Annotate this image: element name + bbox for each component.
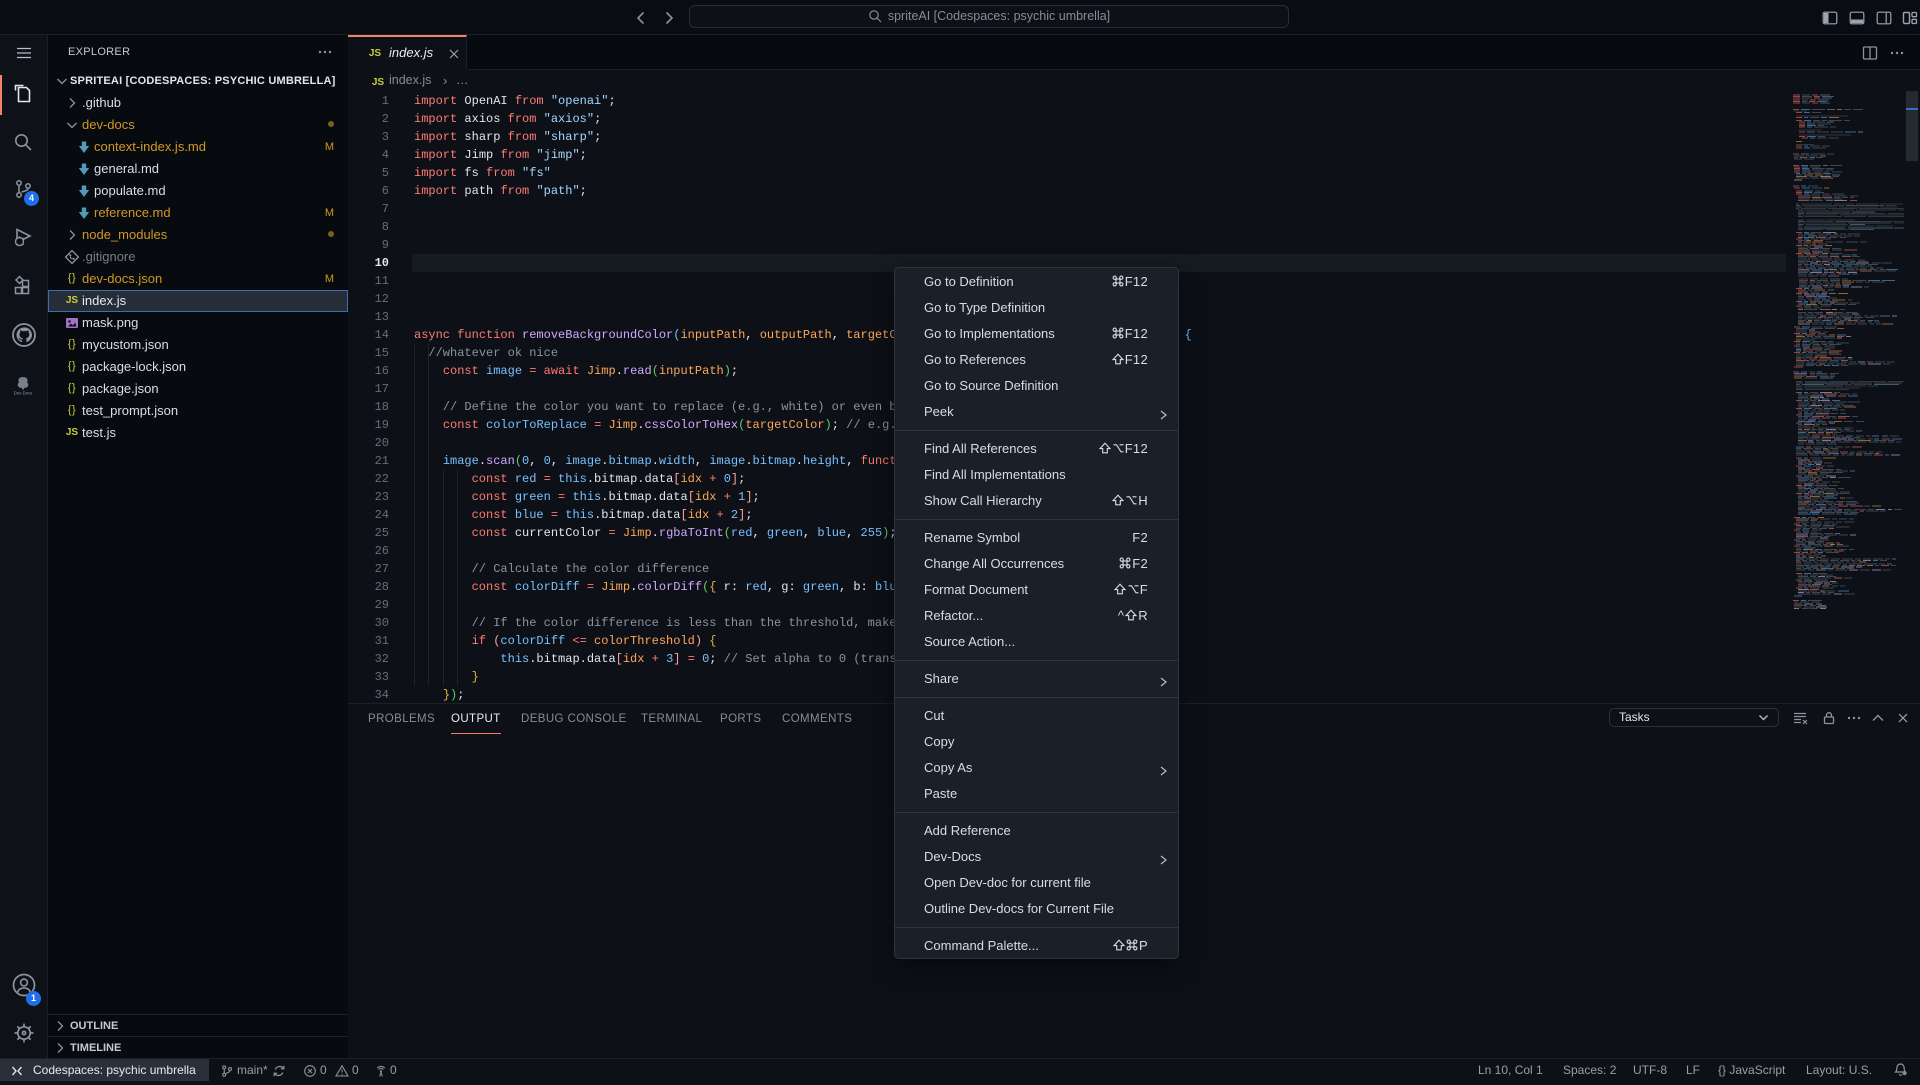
svg-text:Dev-Docs: Dev-Docs [14, 391, 32, 396]
